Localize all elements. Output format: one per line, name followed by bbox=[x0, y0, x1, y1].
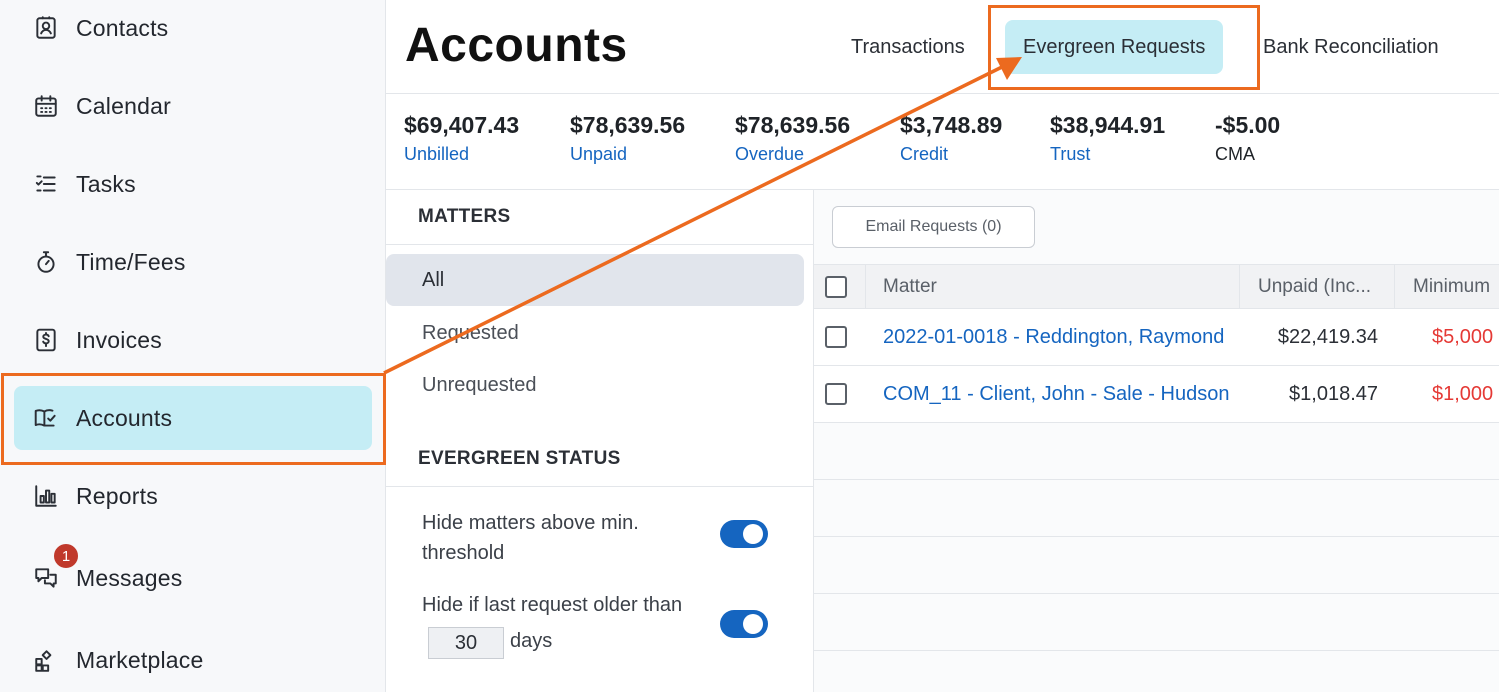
tab-evergreen-requests[interactable]: Evergreen Requests bbox=[1005, 20, 1224, 74]
summary-label[interactable]: Unbilled bbox=[404, 144, 519, 165]
divider bbox=[386, 244, 814, 245]
empty-row bbox=[814, 537, 1499, 594]
matter-link[interactable]: COM_11 - Client, John - Sale - Hudson bbox=[883, 383, 1233, 406]
unread-badge: 1 bbox=[52, 542, 80, 570]
tasks-icon bbox=[32, 170, 60, 198]
sidebar-item-invoices[interactable]: Invoices bbox=[14, 308, 372, 372]
sidebar-item-label: Time/Fees bbox=[76, 248, 186, 275]
column-header-minimum[interactable]: Minimum bbox=[1413, 265, 1499, 309]
sidebar-item-calendar[interactable]: Calendar bbox=[14, 74, 372, 138]
summary-unpaid[interactable]: $78,639.56 Unpaid bbox=[570, 112, 685, 165]
minimum-amount: $1,000 bbox=[1432, 383, 1494, 405]
sidebar-item-label: Contacts bbox=[76, 14, 169, 41]
requests-content: Email Requests (0) Matter Unpaid (Inc...… bbox=[814, 190, 1499, 692]
toggle-label-line: Hide matters above min. bbox=[422, 512, 639, 534]
days-input[interactable]: 30 bbox=[428, 627, 504, 659]
toggle-label-hide-above-threshold: Hide matters above min. threshold bbox=[422, 508, 639, 568]
filter-unrequested[interactable]: Unrequested bbox=[386, 359, 804, 411]
matter-link[interactable]: 2022-01-0018 - Reddington, Raymond bbox=[883, 326, 1233, 349]
grid-plus-icon bbox=[32, 646, 60, 674]
sidebar-item-reports[interactable]: Reports bbox=[14, 464, 372, 528]
summary-amount: $69,407.43 bbox=[404, 112, 520, 138]
evergreen-status-section-title: EVERGREEN STATUS bbox=[418, 448, 621, 469]
sidebar-item-marketplace[interactable]: Marketplace bbox=[14, 628, 372, 692]
summary-label[interactable]: Trust bbox=[1050, 144, 1165, 165]
summary-unbilled[interactable]: $69,407.43 Unbilled bbox=[404, 112, 519, 165]
email-requests-button[interactable]: Email Requests (0) bbox=[832, 206, 1035, 248]
select-all-checkbox[interactable] bbox=[825, 276, 847, 298]
sidebar-item-time-fees[interactable]: Time/Fees bbox=[14, 230, 372, 294]
empty-row bbox=[814, 423, 1499, 480]
summary-cma: -$5.00 CMA bbox=[1215, 112, 1280, 165]
summary-trust[interactable]: $38,944.91 Trust bbox=[1050, 112, 1165, 165]
toggle-label-hide-old-requests: Hide if last request older than bbox=[422, 594, 683, 616]
column-separator bbox=[1394, 265, 1395, 309]
unpaid-amount: $1,018.47 bbox=[1289, 383, 1378, 405]
account-summary: $69,407.43 Unbilled $78,639.56 Unpaid $7… bbox=[386, 94, 1499, 190]
summary-credit[interactable]: $3,748.89 Credit bbox=[900, 112, 1002, 165]
sidebar-item-label: Reports bbox=[76, 482, 158, 509]
unpaid-amount: $22,419.34 bbox=[1277, 326, 1378, 348]
table-row[interactable]: 2022-01-0018 - Reddington, Raymond $22,4… bbox=[814, 309, 1499, 366]
summary-amount: $78,639.56 bbox=[570, 112, 686, 138]
sidebar-item-tasks[interactable]: Tasks bbox=[14, 152, 372, 216]
matters-section-title: MATTERS bbox=[418, 206, 511, 227]
bar-chart-icon bbox=[32, 482, 60, 510]
page-header: Accounts Transactions Evergreen Requests… bbox=[386, 0, 1499, 94]
contacts-icon bbox=[32, 14, 60, 42]
row-checkbox[interactable] bbox=[825, 326, 847, 348]
tab-bank-reconciliation[interactable]: Bank Reconciliation bbox=[1245, 20, 1457, 74]
summary-label[interactable]: Credit bbox=[900, 144, 1002, 165]
hide-old-requests-toggle[interactable] bbox=[720, 610, 768, 638]
column-separator bbox=[1239, 265, 1240, 309]
tab-transactions[interactable]: Transactions bbox=[833, 20, 983, 74]
sidebar-item-label: Messages bbox=[76, 564, 183, 591]
sidebar-item-label: Marketplace bbox=[76, 646, 204, 673]
filter-requested[interactable]: Requested bbox=[386, 307, 804, 359]
summary-overdue[interactable]: $78,639.56 Overdue bbox=[735, 112, 850, 165]
calendar-icon bbox=[32, 92, 60, 120]
toggle-label-line: threshold bbox=[422, 542, 505, 564]
summary-label: CMA bbox=[1215, 144, 1255, 164]
column-header-matter[interactable]: Matter bbox=[883, 265, 1223, 309]
table-row[interactable]: COM_11 - Client, John - Sale - Hudson $1… bbox=[814, 366, 1499, 423]
stopwatch-icon bbox=[32, 248, 60, 276]
minimum-amount: $5,000 bbox=[1432, 326, 1494, 348]
summary-label[interactable]: Unpaid bbox=[570, 144, 685, 165]
days-label: days bbox=[510, 630, 553, 652]
summary-label[interactable]: Overdue bbox=[735, 144, 850, 165]
chat-icon bbox=[32, 564, 60, 592]
filter-panel: MATTERS All Requested Unrequested EVERGR… bbox=[386, 190, 814, 692]
hide-above-threshold-toggle[interactable] bbox=[720, 520, 768, 548]
table-header: Matter Unpaid (Inc... Minimum bbox=[814, 264, 1499, 309]
sidebar: Contacts Calendar Tasks Time/Fees Invoic… bbox=[0, 0, 386, 692]
empty-row bbox=[814, 480, 1499, 537]
sidebar-item-label: Calendar bbox=[76, 92, 171, 119]
summary-amount: $3,748.89 bbox=[900, 112, 1003, 138]
sidebar-item-label: Invoices bbox=[76, 326, 162, 353]
summary-amount: -$5.00 bbox=[1215, 112, 1281, 138]
divider bbox=[386, 486, 814, 487]
summary-amount: $78,639.56 bbox=[735, 112, 851, 138]
summary-amount: $38,944.91 bbox=[1050, 112, 1166, 138]
sidebar-item-accounts[interactable]: Accounts bbox=[14, 386, 372, 450]
column-separator bbox=[865, 265, 866, 309]
sidebar-item-messages[interactable]: 1 Messages bbox=[14, 542, 372, 610]
sidebar-item-label: Tasks bbox=[76, 170, 136, 197]
sidebar-item-contacts[interactable]: Contacts bbox=[14, 0, 372, 60]
invoice-icon bbox=[32, 326, 60, 354]
sidebar-item-label: Accounts bbox=[76, 404, 173, 431]
page-title: Accounts bbox=[405, 19, 628, 72]
book-check-icon bbox=[32, 404, 60, 432]
empty-row bbox=[814, 594, 1499, 651]
filter-all[interactable]: All bbox=[386, 254, 804, 306]
row-checkbox[interactable] bbox=[825, 383, 847, 405]
column-header-unpaid[interactable]: Unpaid (Inc... bbox=[1258, 265, 1390, 309]
